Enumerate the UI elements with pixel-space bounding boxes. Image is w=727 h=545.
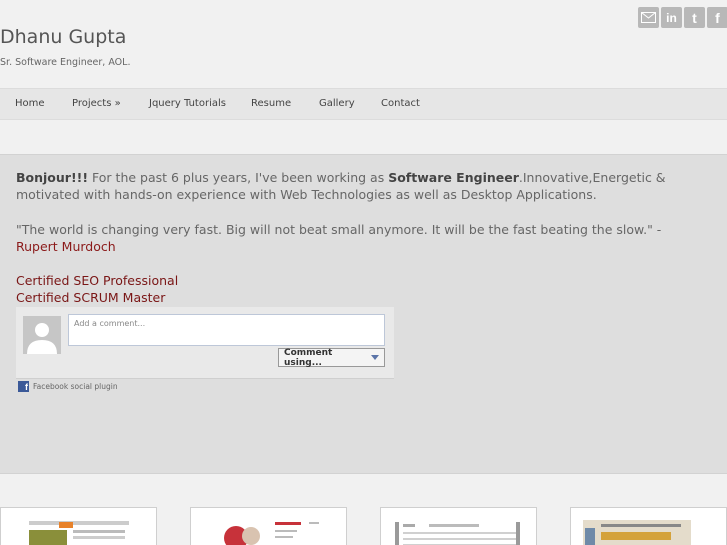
nav-gallery[interactable]: Gallery [319,98,355,109]
nav-contact[interactable]: Contact [381,98,420,109]
nav-home[interactable]: Home [15,98,45,109]
linkedin-icon[interactable]: in [661,7,682,28]
linkedin-icon-label: in [666,10,677,25]
site-title[interactable]: Dhanu Gupta [0,26,126,48]
social-icons: in t f [638,7,727,28]
twitter-icon[interactable]: t [684,7,705,28]
main-nav: Home Projects » Jquery Tutorials Resume … [0,88,727,120]
comment-using-button[interactable]: Comment using... [278,347,385,368]
facebook-icon: f [18,381,29,392]
certification-scrum: Certified SCRUM Master [16,290,166,305]
intro-paragraph: Bonjour!!! For the past 6 plus years, I'… [16,169,706,203]
intro-text-before: For the past 6 plus years, I've been wor… [88,170,389,185]
role: Software Engineer [388,170,519,185]
certification-seo: Certified SEO Professional [16,273,179,288]
facebook-plugin-link[interactable]: f Facebook social plugin [18,381,118,392]
chevron-down-icon [371,355,379,360]
gallery-thumbnail-2[interactable] [190,507,347,545]
comment-input[interactable]: Add a comment... [68,314,385,346]
comment-box: Add a comment... Comment using... [16,307,394,379]
nav-projects[interactable]: Projects » [72,98,121,109]
facebook-plugin-label: Facebook social plugin [33,382,118,391]
gallery-thumbnail-1[interactable] [0,507,157,545]
quote-text: "The world is changing very fast. Big wi… [16,222,662,237]
twitter-icon-label: t [692,9,697,26]
facebook-icon-label: f [715,9,720,26]
nav-jquery-tutorials[interactable]: Jquery Tutorials [149,98,226,109]
mail-icon[interactable] [638,7,659,28]
site-tagline: Sr. Software Engineer, AOL. [0,57,131,68]
gallery-thumbnail-4[interactable] [570,507,727,545]
gallery-thumbnail-3[interactable] [380,507,537,545]
nav-resume[interactable]: Resume [251,98,291,109]
avatar [23,316,61,354]
greeting: Bonjour!!! [16,170,89,185]
comment-using-label: Comment using... [284,347,333,368]
facebook-icon[interactable]: f [707,7,727,28]
quote-author-link[interactable]: Rupert Murdoch [16,239,116,254]
quote-paragraph: "The world is changing very fast. Big wi… [16,221,706,255]
intro-section: Bonjour!!! For the past 6 plus years, I'… [0,154,727,474]
